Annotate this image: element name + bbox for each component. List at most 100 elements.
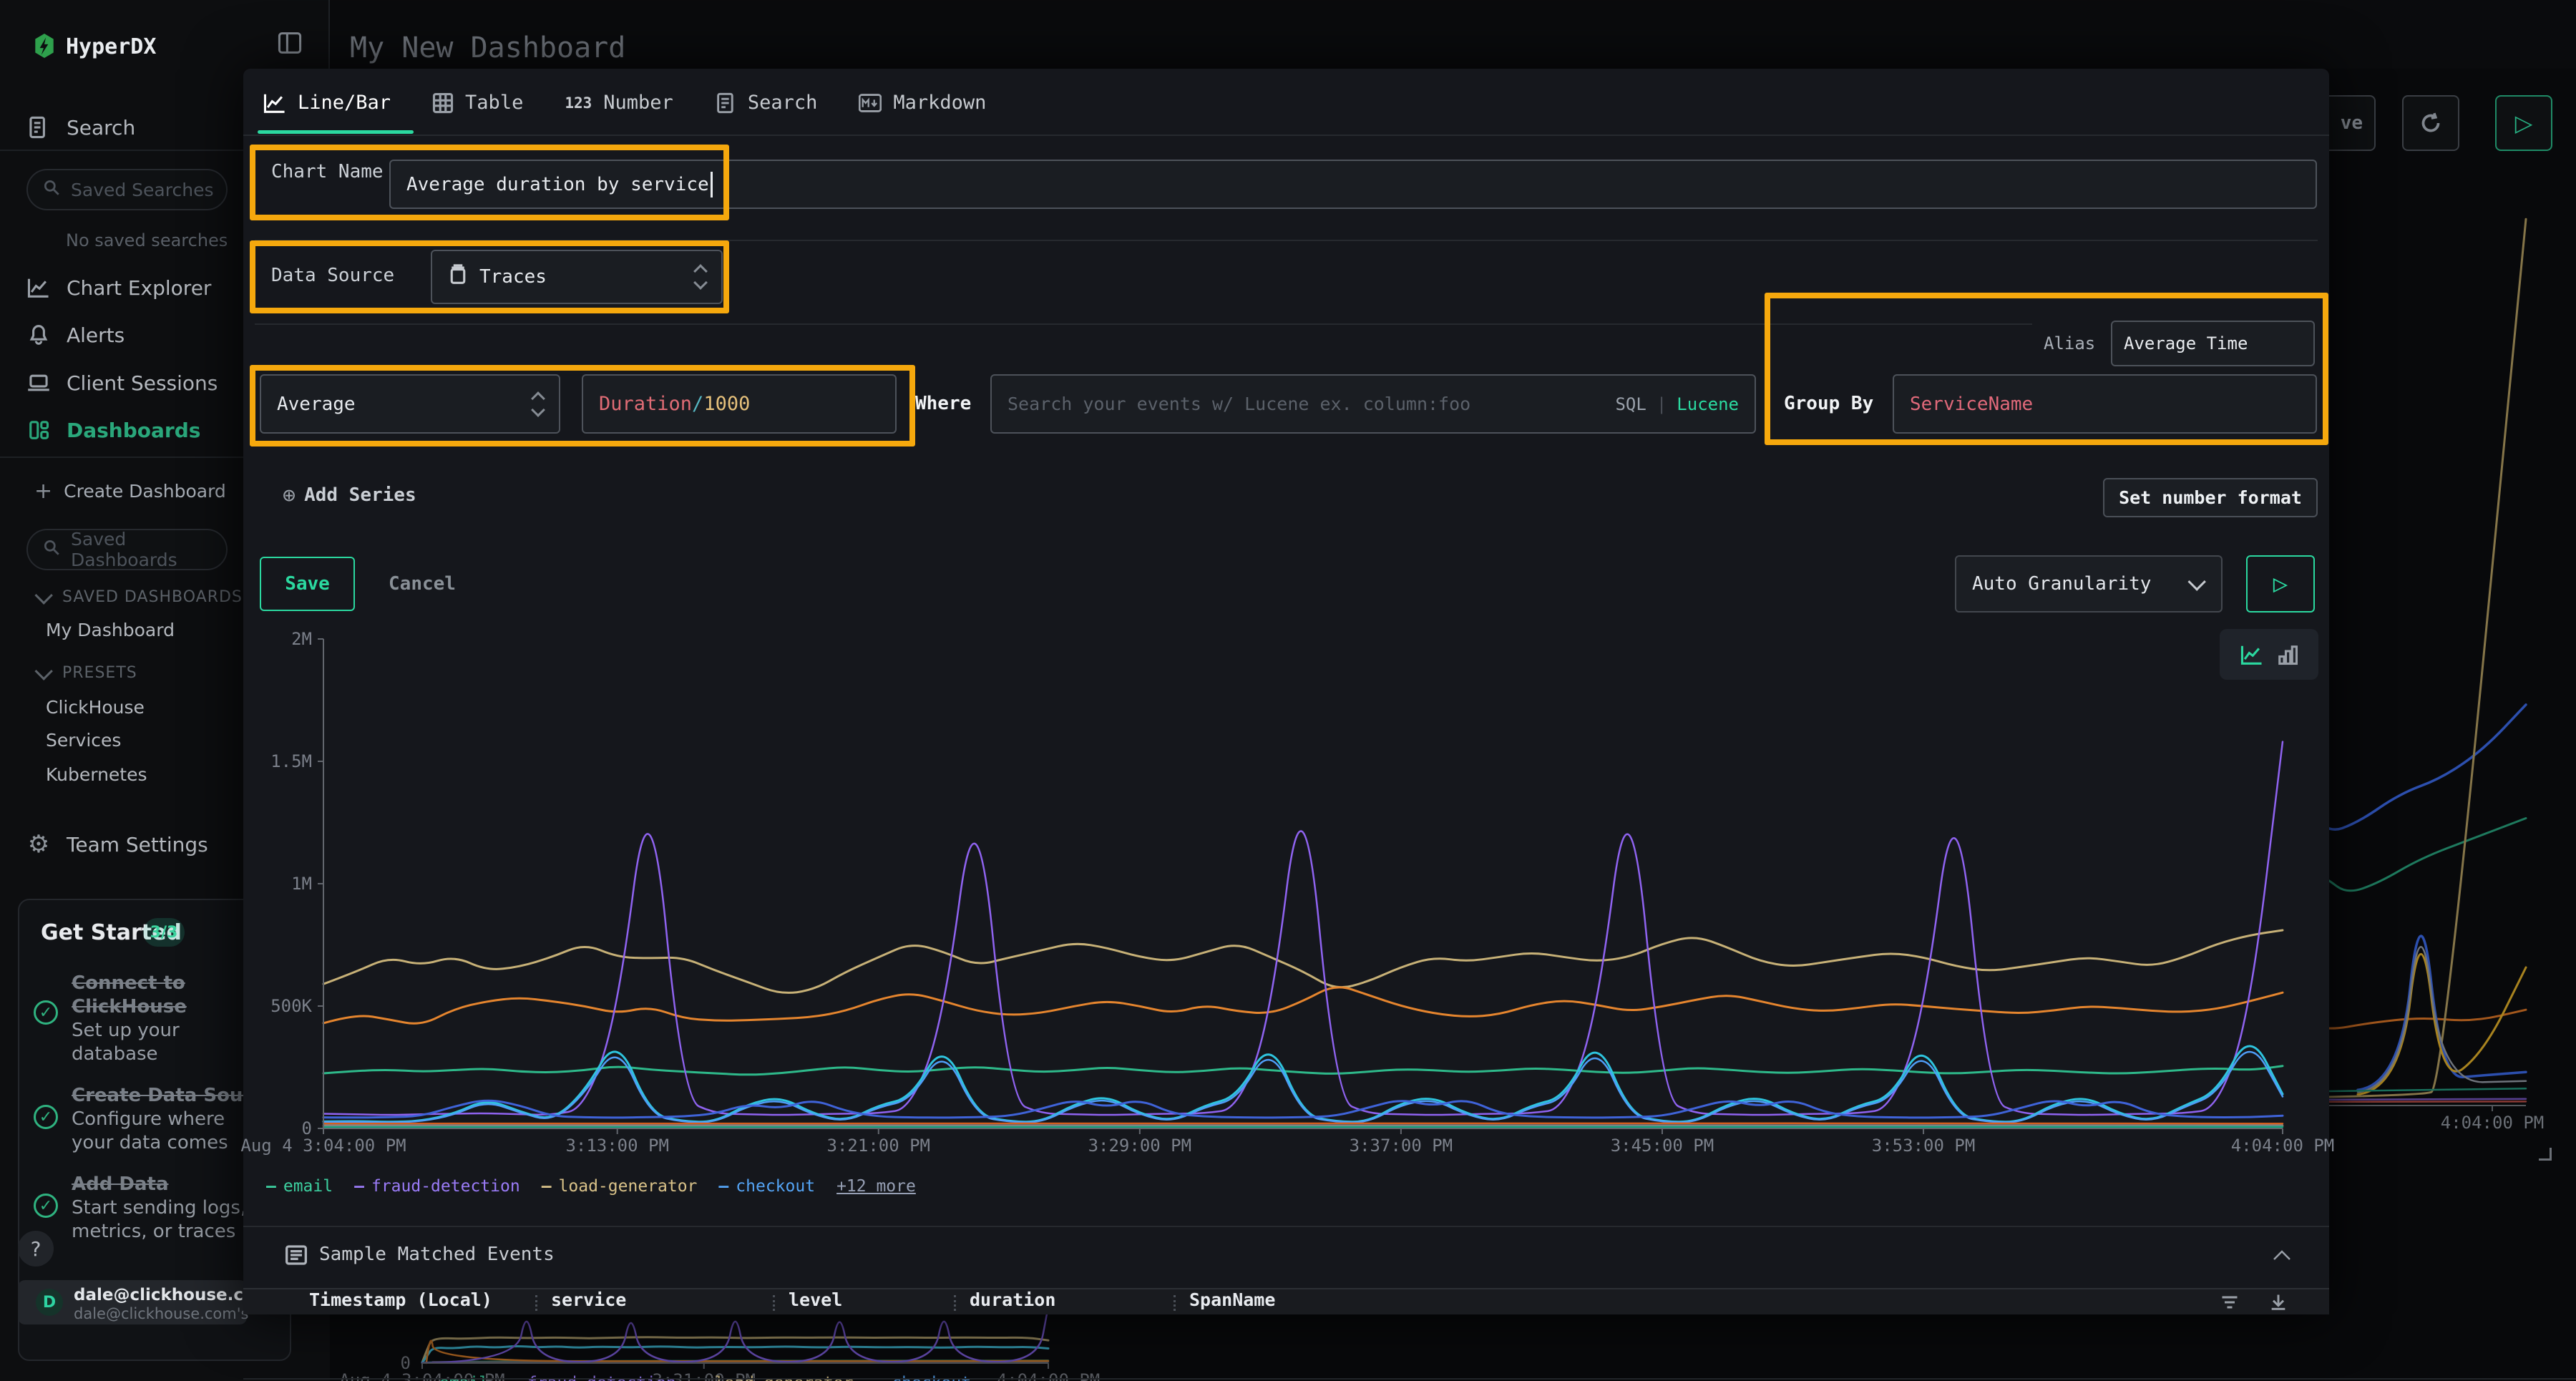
run-query-button[interactable]: ▷ xyxy=(2246,555,2315,613)
y-tick-label: 0 xyxy=(302,1120,312,1137)
sidebar-item-team-settings[interactable]: ⚙ Team Settings xyxy=(0,828,243,861)
step-desc: Configure where your data comes from xyxy=(72,1108,262,1155)
sidebar-item-services[interactable]: Services xyxy=(46,730,121,751)
saved-dashboards-input[interactable]: Saved Dashboards xyxy=(26,529,228,570)
divider xyxy=(328,0,330,69)
aggregation-select[interactable]: Average xyxy=(260,374,560,434)
column-header[interactable]: Timestamp (Local) xyxy=(309,1289,492,1314)
column-separator[interactable] xyxy=(535,1295,537,1311)
refresh-button[interactable] xyxy=(2402,95,2459,151)
sidebar-item-dashboards[interactable]: Dashboards xyxy=(0,414,243,446)
data-source-select[interactable]: Traces xyxy=(431,250,723,304)
document-icon xyxy=(715,92,736,114)
tab-markdown[interactable]: Markdown xyxy=(859,92,986,114)
play-icon: ▷ xyxy=(2515,109,2533,137)
sidebar-item-alerts[interactable]: Alerts xyxy=(0,318,243,351)
collapse-section-icon[interactable] xyxy=(2273,1249,2291,1259)
presets-section[interactable]: PRESETS xyxy=(39,664,137,682)
data-source-label: Data Source xyxy=(271,265,394,286)
step-desc: Start sending logs, metrics, or traces xyxy=(72,1196,262,1244)
tab-line-bar[interactable]: Line/Bar xyxy=(263,92,391,114)
group-by-label: Group By xyxy=(1784,374,1873,434)
chart-name-label: Chart Name xyxy=(271,161,384,182)
legend-item-load-generator[interactable]: load-generator xyxy=(542,1177,698,1196)
user-email: dale@clickhouse.c xyxy=(74,1286,243,1304)
chart-legend: email fraud-detection load-generator che… xyxy=(266,1177,916,1196)
search-icon xyxy=(42,178,61,201)
save-button[interactable]: Save xyxy=(260,557,355,611)
refresh-icon xyxy=(2418,110,2444,136)
chevron-down-icon xyxy=(2187,572,2205,590)
separator: | xyxy=(1657,394,1667,414)
where-label: Where xyxy=(915,374,971,434)
run-query-button-top[interactable]: ▷ xyxy=(2495,95,2552,151)
dashboard-grid-icon xyxy=(26,418,51,442)
field-expression-input[interactable]: Duration/1000 xyxy=(582,374,897,434)
tab-table[interactable]: Table xyxy=(432,92,523,114)
help-button[interactable]: ? xyxy=(18,1231,54,1267)
set-number-format-button[interactable]: Set number format xyxy=(2103,478,2318,517)
filter-icon[interactable] xyxy=(2220,1293,2240,1314)
where-input[interactable]: Search your events w/ Lucene ex. column:… xyxy=(990,374,1756,434)
y-tick-label: 0 xyxy=(401,1355,411,1372)
column-header[interactable]: service xyxy=(551,1289,626,1314)
x-tick-label: 4:04:00 PM xyxy=(997,1372,1101,1381)
x-tick-label: 3:37:00 PM xyxy=(1350,1137,1453,1154)
sidebar-item-my-dashboard[interactable]: My Dashboard xyxy=(46,620,175,640)
legend-more-link[interactable]: +12 more xyxy=(836,1177,916,1196)
cancel-button[interactable]: Cancel xyxy=(379,557,465,611)
add-series-button[interactable]: ⊕ Add Series xyxy=(283,481,416,509)
table-icon xyxy=(432,92,454,114)
document-search-icon xyxy=(26,115,51,140)
brand-name: HyperDX xyxy=(66,34,156,59)
user-menu[interactable]: D dale@clickhouse.c dale@clickhouse.com'… xyxy=(18,1280,247,1324)
divider xyxy=(243,1378,2576,1380)
plus-circle-icon: ⊕ xyxy=(283,483,296,508)
column-header[interactable]: level xyxy=(789,1289,842,1314)
column-header[interactable]: duration xyxy=(970,1289,1055,1314)
plus-icon: + xyxy=(34,479,52,504)
x-tick-label: 3:53:00 PM xyxy=(1872,1137,1976,1154)
column-separator[interactable] xyxy=(954,1295,956,1311)
legend-dash xyxy=(422,1374,432,1381)
sample-events-title: Sample Matched Events xyxy=(319,1244,555,1268)
collapse-sidebar-icon[interactable] xyxy=(278,31,302,57)
get-started-badge: 3/3 xyxy=(143,918,185,947)
tab-number[interactable]: 123 Number xyxy=(565,92,673,114)
tab-search[interactable]: Search xyxy=(715,92,818,114)
saved-searches-input[interactable]: Saved Searches xyxy=(26,169,228,210)
step-title: Connect to ClickHouse xyxy=(72,972,262,1019)
preview-chart[interactable]: Aug 4 3:04:00 PM3:13:00 PM3:21:00 PM3:29… xyxy=(323,639,2283,1128)
chart-name-input[interactable]: Average duration by service xyxy=(389,160,2317,209)
saved-dashboards-section[interactable]: SAVED DASHBOARDS xyxy=(39,588,243,606)
create-dashboard-button[interactable]: + Create Dashboard xyxy=(34,477,226,505)
line-chart-icon xyxy=(263,92,286,114)
column-header[interactable]: SpanName xyxy=(1189,1289,1275,1314)
sidebar-item-client-sessions[interactable]: Client Sessions xyxy=(0,366,243,399)
database-icon xyxy=(448,264,468,291)
sidebar-item-kubernetes[interactable]: Kubernetes xyxy=(46,764,147,785)
x-tick-label: 4:04:00 PM xyxy=(2231,1137,2335,1154)
bell-icon xyxy=(26,323,51,347)
legend-item-checkout[interactable]: checkout xyxy=(718,1177,815,1196)
granularity-select[interactable]: Auto Granularity xyxy=(1955,555,2223,613)
column-separator[interactable] xyxy=(1174,1295,1176,1311)
column-separator[interactable] xyxy=(773,1295,775,1311)
background-legend: email fraud-detection load-generator che… xyxy=(422,1374,971,1381)
sidebar-item-search[interactable]: Search xyxy=(0,111,243,144)
alias-input[interactable]: Average Time xyxy=(2111,321,2315,366)
legend-item-fraud-detection[interactable]: fraud-detection xyxy=(354,1177,520,1196)
sidebar-item-clickhouse[interactable]: ClickHouse xyxy=(46,697,145,718)
123-icon: 123 xyxy=(565,94,592,112)
resize-handle[interactable] xyxy=(2539,1148,2552,1161)
step-title: Add Data xyxy=(72,1173,262,1196)
sidebar-item-chart-explorer[interactable]: Chart Explorer xyxy=(0,271,243,304)
legend-item-email[interactable]: email xyxy=(266,1177,333,1196)
sample-events-table-header: Timestamp (Local) service level duration… xyxy=(243,1288,2329,1314)
download-icon[interactable] xyxy=(2268,1293,2288,1314)
select-chevrons-icon xyxy=(533,394,543,415)
text-cursor xyxy=(711,172,713,197)
query-language-toggle[interactable]: SQL | Lucene xyxy=(1615,394,1739,414)
group-by-input[interactable]: ServiceName xyxy=(1893,374,2317,434)
check-circle-icon: ✓ xyxy=(34,1105,58,1129)
